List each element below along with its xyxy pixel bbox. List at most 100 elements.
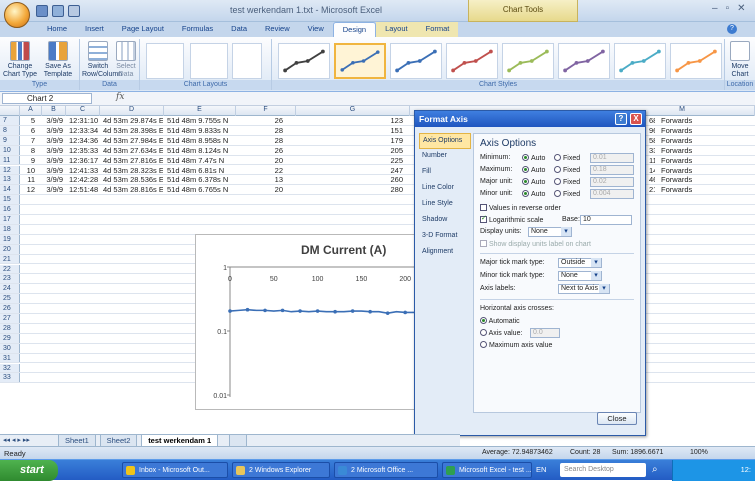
cell-a[interactable]: 5 bbox=[21, 116, 37, 125]
cell-l[interactable]: 14 bbox=[647, 166, 655, 175]
start-button[interactable]: start bbox=[0, 460, 58, 481]
cell-b[interactable]: 3/9/9 bbox=[43, 175, 65, 184]
cell-l[interactable]: 33 bbox=[647, 146, 655, 155]
column-header-b[interactable]: B bbox=[42, 106, 66, 116]
move-chart-button[interactable]: Move Chart bbox=[727, 41, 753, 79]
cell-l[interactable]: 58 bbox=[647, 136, 655, 145]
show-units-checkbox[interactable] bbox=[480, 240, 487, 247]
office-button[interactable] bbox=[4, 2, 30, 28]
data-point[interactable] bbox=[368, 310, 372, 314]
save-icon[interactable] bbox=[36, 5, 48, 17]
cell-a[interactable]: 7 bbox=[21, 136, 37, 145]
data-point[interactable] bbox=[316, 309, 320, 313]
cell-a[interactable]: 12 bbox=[21, 185, 37, 194]
cell-f[interactable]: 28 bbox=[237, 126, 285, 135]
cell-e[interactable]: 51d 48m 7.47s N bbox=[165, 156, 235, 165]
data-point[interactable] bbox=[263, 309, 267, 313]
tab-view[interactable]: View bbox=[299, 22, 333, 37]
chart-style-2[interactable] bbox=[334, 43, 386, 79]
nav-fill[interactable]: Fill bbox=[419, 165, 471, 181]
series-line[interactable] bbox=[230, 310, 421, 313]
cell-e[interactable]: 51d 48m 6.378s N bbox=[165, 175, 235, 184]
cell-c[interactable]: 12:42:28 bbox=[67, 175, 99, 184]
name-box[interactable]: Chart 2 bbox=[2, 93, 92, 104]
cell-g[interactable]: 179 bbox=[297, 136, 405, 145]
row-header[interactable]: 14 bbox=[0, 185, 20, 194]
cell-c[interactable]: 12:35:33 bbox=[67, 146, 99, 155]
data-point[interactable] bbox=[281, 309, 285, 313]
chart-layout-1[interactable] bbox=[146, 43, 184, 79]
cell-d[interactable]: 4d 53m 28.536s E bbox=[101, 175, 163, 184]
minimum-auto-radio[interactable] bbox=[522, 154, 529, 161]
minimum-fixed-radio[interactable] bbox=[554, 154, 561, 161]
cell-b[interactable]: 3/9/9 bbox=[43, 146, 65, 155]
chart-style-7[interactable] bbox=[614, 43, 666, 79]
axis-value-input[interactable]: 0.0 bbox=[530, 328, 560, 338]
redo-icon[interactable] bbox=[68, 5, 80, 17]
nav-shadow[interactable]: Shadow bbox=[419, 213, 471, 229]
axis-value-radio[interactable] bbox=[480, 329, 487, 336]
language-indicator[interactable]: EN bbox=[536, 465, 546, 474]
cell-a[interactable]: 9 bbox=[21, 156, 37, 165]
cell-c[interactable]: 12:51:48 bbox=[67, 185, 99, 194]
row-header[interactable]: 18 bbox=[0, 225, 20, 234]
select-all-corner[interactable] bbox=[0, 106, 20, 116]
max-axis-value-radio[interactable] bbox=[480, 341, 487, 348]
cell-b[interactable]: 3/9/9 bbox=[43, 166, 65, 175]
select-data-button[interactable]: Select Data bbox=[114, 41, 138, 79]
row-header[interactable]: 20 bbox=[0, 245, 20, 254]
cell-f[interactable]: 26 bbox=[237, 116, 285, 125]
cell-b[interactable]: 3/9/9 bbox=[43, 126, 65, 135]
chart-style-4[interactable] bbox=[446, 43, 498, 79]
cell-c[interactable]: 12:36:17 bbox=[67, 156, 99, 165]
major-unit-fixed-option[interactable]: Fixed bbox=[554, 178, 580, 186]
cell-l[interactable]: 68 bbox=[647, 116, 655, 125]
data-point[interactable] bbox=[298, 309, 302, 313]
cell-b[interactable]: 3/9/9 bbox=[43, 116, 65, 125]
cell-e[interactable]: 51d 48m 9.755s N bbox=[165, 116, 235, 125]
cell-m[interactable]: Forwards bbox=[659, 116, 717, 125]
cell-f[interactable]: 28 bbox=[237, 136, 285, 145]
tab-review[interactable]: Review bbox=[256, 22, 299, 37]
cell-b[interactable]: 3/9/9 bbox=[43, 185, 65, 194]
cell-m[interactable]: Forwards bbox=[659, 126, 717, 135]
display-units-select[interactable]: None bbox=[528, 227, 572, 237]
log-scale-checkbox[interactable] bbox=[480, 216, 487, 223]
cell-d[interactable]: 4d 53m 27.816s E bbox=[101, 156, 163, 165]
tab-data[interactable]: Data bbox=[222, 22, 256, 37]
row-header[interactable]: 11 bbox=[0, 156, 20, 165]
data-point[interactable] bbox=[351, 309, 355, 313]
axis-labels-select[interactable]: Next to Axis bbox=[558, 284, 610, 294]
maximize-icon[interactable]: ▫ bbox=[726, 3, 730, 14]
cell-e[interactable]: 51d 48m 6.765s N bbox=[165, 185, 235, 194]
cell-f[interactable]: 20 bbox=[237, 185, 285, 194]
cell-f[interactable]: 22 bbox=[237, 166, 285, 175]
maximum-fixed-radio[interactable] bbox=[554, 166, 561, 173]
cell-d[interactable]: 4d 53m 27.634s E bbox=[101, 146, 163, 155]
row-header[interactable]: 31 bbox=[0, 354, 20, 363]
cell-a[interactable]: 11 bbox=[21, 175, 37, 184]
cell-g[interactable]: 260 bbox=[297, 175, 405, 184]
minimum-fixed-option[interactable]: Fixed bbox=[554, 154, 580, 162]
cell-f[interactable]: 13 bbox=[237, 175, 285, 184]
maximum-auto-radio[interactable] bbox=[522, 166, 529, 173]
row-header[interactable]: 13 bbox=[0, 175, 20, 184]
data-point[interactable] bbox=[403, 311, 407, 315]
switch-row-column-button[interactable]: Switch Row/Column bbox=[82, 41, 114, 79]
cell-g[interactable]: 280 bbox=[297, 185, 405, 194]
nav-number[interactable]: Number bbox=[419, 149, 471, 165]
column-header-e[interactable]: E bbox=[164, 106, 236, 116]
cell-c[interactable]: 12:33:34 bbox=[67, 126, 99, 135]
chart-layout-3[interactable] bbox=[232, 43, 262, 79]
data-point[interactable] bbox=[333, 310, 337, 314]
column-header-f[interactable]: F bbox=[236, 106, 296, 116]
dialog-close-icon[interactable]: X bbox=[630, 113, 642, 125]
chart-area[interactable]: DM Current (A) 10.10.0105010015020025 bbox=[195, 234, 420, 410]
row-header[interactable]: 16 bbox=[0, 205, 20, 214]
row-header[interactable]: 27 bbox=[0, 314, 20, 323]
row-header[interactable]: 10 bbox=[0, 146, 20, 155]
row-header[interactable]: 25 bbox=[0, 294, 20, 303]
search-desktop-input[interactable]: Search Desktop bbox=[560, 463, 646, 477]
row-header[interactable]: 8 bbox=[0, 126, 20, 135]
row-header[interactable]: 19 bbox=[0, 235, 20, 244]
